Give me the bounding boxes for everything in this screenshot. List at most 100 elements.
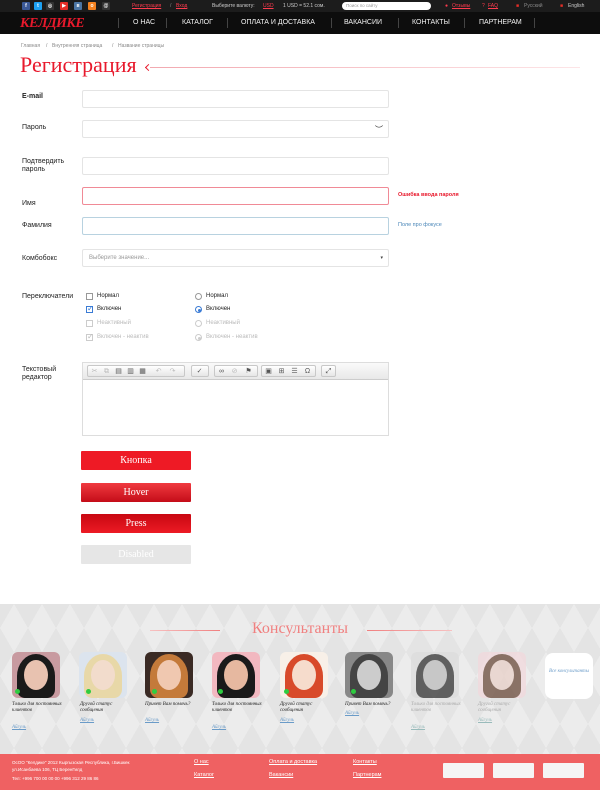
primary-button[interactable]: Кнопка [81,451,191,470]
footer-badge[interactable] [543,763,584,778]
cut-icon[interactable]: ✂ [90,367,99,376]
lang-ru[interactable]: Русский [524,3,543,9]
surname-hint: Поле про фокусе [398,222,442,228]
spellcheck-icon[interactable]: ✓ [195,367,204,376]
footer-badge[interactable] [493,763,534,778]
odnoklassniki-icon[interactable]: о [88,2,96,10]
nav-item-partners[interactable]: ПАРТНЕРАМ [479,17,522,29]
email-field[interactable] [82,90,389,108]
confirm-label-line2: пароль [22,166,46,173]
undo-icon[interactable]: ↶ [154,367,163,376]
breadcrumb-inner[interactable]: Внутренняя страница [52,43,102,49]
radio-inactive [195,320,202,327]
text-editor[interactable]: ✂ ⧉ ▤ ▥ ▦ ↶ ↷ ✓ ∞ ⊘ ⚑ ▣ ⊞ ☰ Ω ⤢ [82,362,389,436]
unlink-icon[interactable]: ⊘ [230,367,239,376]
confirm-password-field[interactable] [82,157,389,175]
footer-link-payment[interactable]: Оплата и доставка [269,759,317,765]
press-button[interactable]: Press [81,514,191,533]
lang-en[interactable]: English [568,3,584,9]
logo[interactable]: КЕЛДИКЕ [20,16,85,32]
top-separator: / [170,3,172,9]
nav-item-about[interactable]: О НАС [133,17,155,29]
footer-link-vacancies[interactable]: Вакансии [269,772,293,778]
footer-badge[interactable] [443,763,484,778]
reviews-link[interactable]: Отзывы [452,3,470,9]
checkbox-on-inactive: ✓ [86,332,94,341]
breadcrumb-home[interactable]: Главная [21,43,40,49]
password-field[interactable]: ︶ [82,120,389,138]
toolbar-group-spell: ✓ [191,365,209,377]
faq-link[interactable]: FAQ [488,3,498,9]
footer-link-about[interactable]: О нас [194,759,209,765]
paste-icon[interactable]: ▤ [114,367,123,376]
consultant-name[interactable]: Айгуль [345,711,359,716]
consultant-avatar[interactable] [411,652,459,698]
email-label: E-mail [22,93,44,100]
login-link[interactable]: Вход [176,3,187,9]
footer-link-partners[interactable]: Партнерам [353,772,381,778]
all-consultants-link[interactable]: Все консультанты [545,653,593,699]
footer-link-contacts[interactable]: Контакты [353,759,377,765]
disabled-button: Disabled [81,545,191,564]
footer-link-catalog[interactable]: Каталог [194,772,214,778]
instagram-icon[interactable]: ◎ [46,2,54,10]
table-icon[interactable]: ⊞ [277,367,286,376]
search-input[interactable]: Поиск по сайту [342,2,431,10]
checkbox-on[interactable]: ✓ [86,304,94,313]
facebook-icon[interactable]: f [22,2,30,10]
consultant-name[interactable]: Айгуль [478,718,492,723]
nav-item-vacancies[interactable]: ВАКАНСИИ [344,17,382,29]
checkbox-normal[interactable] [86,293,93,300]
editor-label-line2: редактор [22,374,52,381]
radio-on-label: Включен [206,306,231,312]
register-link[interactable]: Регистрация [132,3,161,9]
consultant-quote: Только для постоянных клиентов [212,702,262,713]
redo-icon[interactable]: ↷ [168,367,177,376]
name-label: Имя [22,200,36,207]
radio-on-inactive-label: Включен - неактив [206,334,258,340]
radio-normal[interactable] [195,293,202,300]
editor-label-line1: Текстовый [22,366,57,373]
consultant-name[interactable]: Айгуль [145,718,159,723]
nav-item-contacts[interactable]: КОНТАКТЫ [412,17,450,29]
radio-on[interactable] [195,306,202,313]
title-divider [150,67,580,68]
horizontal-line-icon[interactable]: ☰ [290,367,299,376]
consultant-name[interactable]: Айгуль [411,725,425,730]
radio-dot-icon [197,336,201,340]
special-char-icon[interactable]: Ω [303,367,312,376]
kg-flag-icon: ■ [516,3,520,9]
footer-company: ОсОО "Келдике" 2012 Кыргызская Республик… [12,760,130,765]
vk-icon[interactable]: в [74,2,82,10]
consultant-quote: Привет Вам помочь? [345,702,391,707]
maximize-icon[interactable]: ⤢ [324,367,333,376]
online-status-icon [152,689,157,694]
confirm-label-line1: Подтвердить [22,158,65,165]
image-icon[interactable]: ▣ [264,367,273,376]
name-field[interactable] [82,187,389,205]
nav-item-payment[interactable]: ОПЛАТА И ДОСТАВКА [241,17,315,29]
youtube-icon[interactable]: ▶ [60,2,68,10]
twitter-icon[interactable]: t [34,2,42,10]
link-icon[interactable]: ∞ [217,367,226,376]
radio-on-inactive [195,334,202,341]
surname-field[interactable] [82,217,389,235]
copy-icon[interactable]: ⧉ [102,367,111,376]
consultant-avatar[interactable] [478,652,526,698]
consultant-name[interactable]: Айгуль [212,725,226,730]
consultant-name[interactable]: Айгуль [80,718,94,723]
anchor-flag-icon[interactable]: ⚑ [244,367,253,376]
combo-select[interactable]: Выберите значение... ▾ [82,249,389,267]
consultant-name[interactable]: Айгуль [280,718,294,723]
hover-button[interactable]: Hover [81,483,191,502]
nav-divider [398,18,399,28]
main-nav: КЕЛДИКЕ О НАС КАТАЛОГ ОПЛАТА И ДОСТАВКА … [0,12,600,34]
consultant-quote: Другой статус сообщения [80,702,113,713]
paste-text-icon[interactable]: ▥ [126,367,135,376]
nav-item-catalog[interactable]: КАТАЛОГ [182,17,213,29]
currency-select[interactable]: USD [263,3,274,9]
consultant-name[interactable]: Айгуль [12,725,26,730]
combo-label: Комбобокс [22,255,58,262]
mail-icon[interactable]: @ [102,2,110,10]
paste-word-icon[interactable]: ▦ [138,367,147,376]
